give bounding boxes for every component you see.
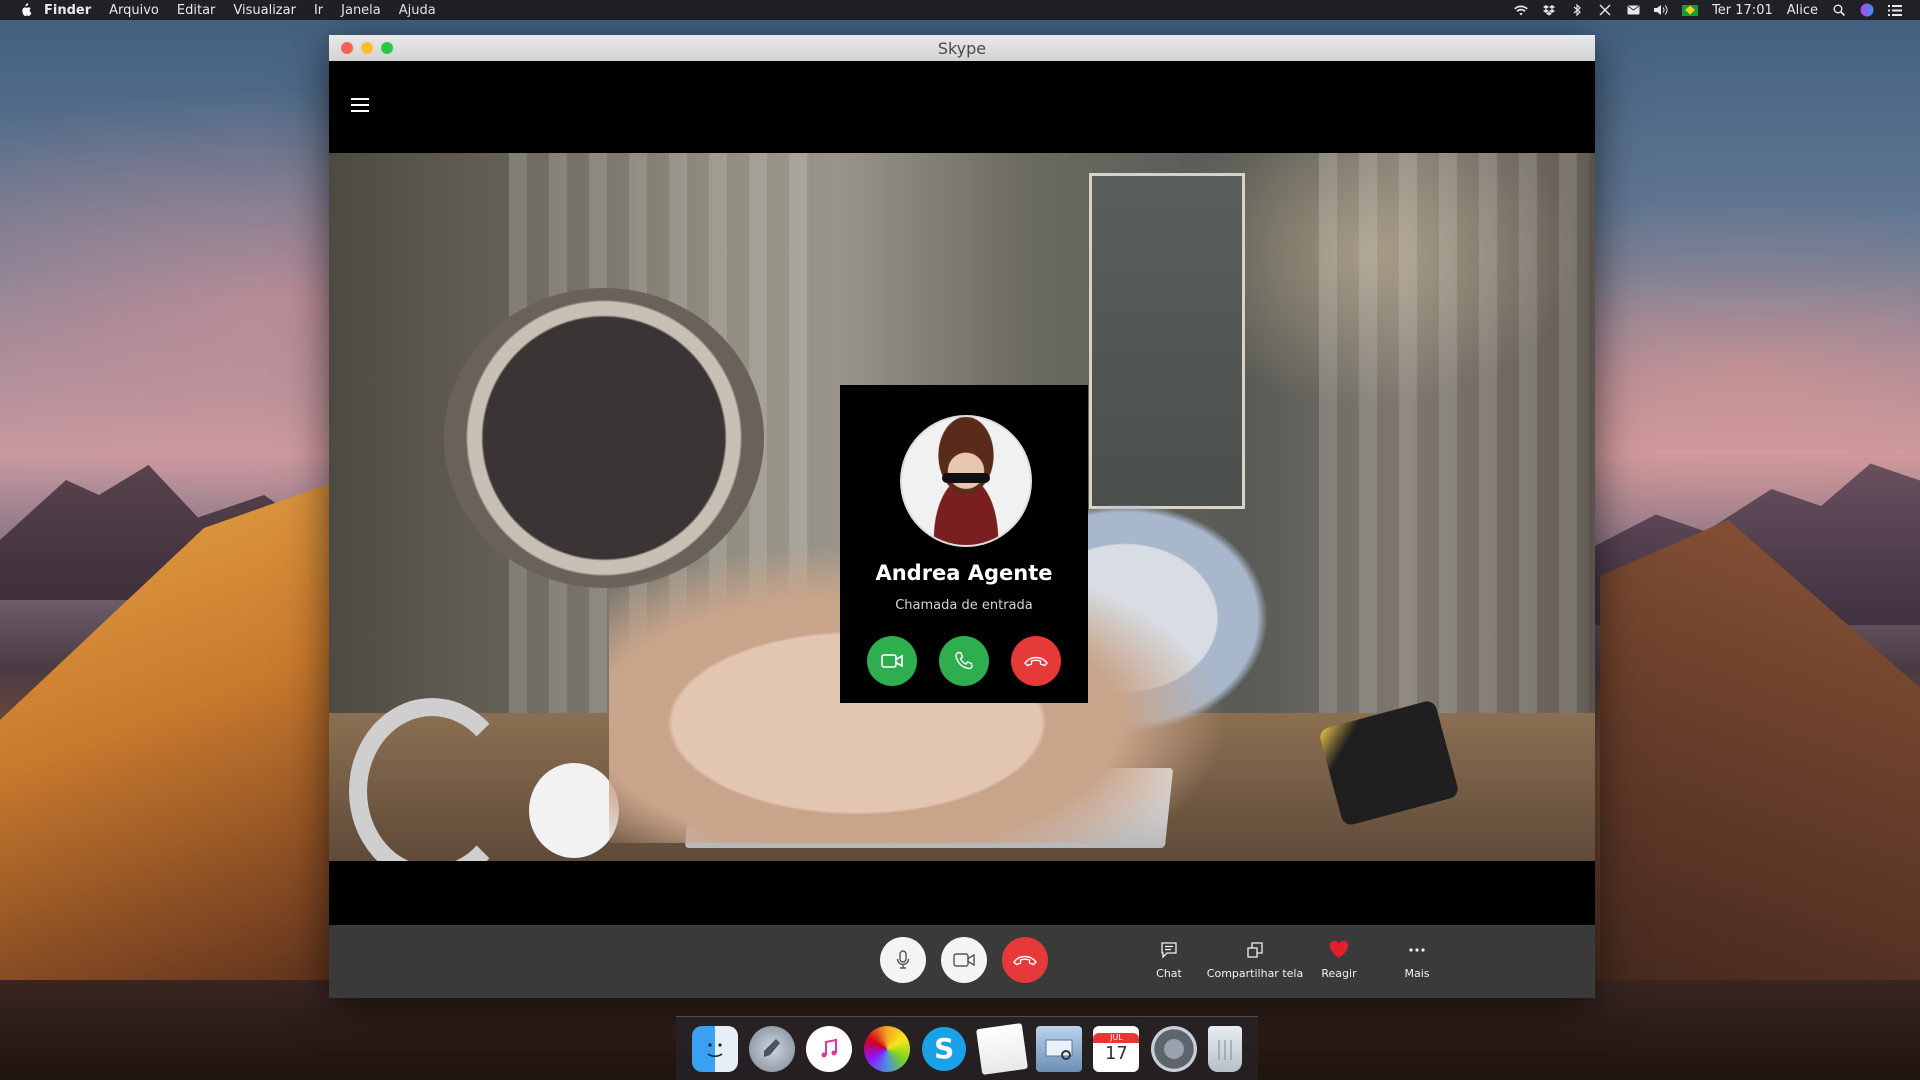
dock: S JUL 17 [676, 1016, 1258, 1080]
incoming-call-card: Andrea Agente Chamada de entrada [840, 385, 1088, 703]
wifi-icon[interactable] [1514, 4, 1528, 16]
incoming-call-actions [867, 636, 1061, 686]
notes-dock-icon[interactable] [975, 1022, 1028, 1075]
more-icon [1409, 939, 1425, 961]
hang-up-icon [1024, 656, 1048, 667]
photos-dock-icon[interactable] [863, 1025, 910, 1072]
microphone-icon [896, 950, 910, 969]
system-preferences-dock-icon[interactable] [1150, 1025, 1197, 1072]
avatar-glasses [942, 473, 990, 483]
chat-label: Chat [1156, 967, 1182, 980]
react-button[interactable]: Reagir [1311, 939, 1367, 980]
skype-window: Skype Andrea Agente Chamada de entrada C… [329, 35, 1595, 998]
menu-arquivo[interactable]: Arquivo [109, 3, 159, 18]
heart-icon [1329, 939, 1349, 961]
bluetooth-icon[interactable] [1570, 4, 1584, 16]
call-control-bar: Chat Compartilhar tela Reagir Mais [329, 925, 1595, 998]
more-label: Mais [1404, 967, 1430, 980]
caller-avatar [900, 415, 1032, 547]
menu-bar: Finder Arquivo Editar Visualizar Ir Jane… [0, 0, 1920, 20]
microphone-button[interactable] [880, 937, 926, 983]
menu-visualizar[interactable]: Visualizar [233, 3, 296, 18]
video-camera-icon [953, 953, 975, 967]
preview-dock-icon[interactable] [1036, 1025, 1083, 1072]
decline-call-button[interactable] [1011, 636, 1061, 686]
menu-bar-clock[interactable]: Ter 17:01 [1712, 3, 1773, 18]
chat-icon [1161, 939, 1177, 961]
close-window-button[interactable] [341, 42, 353, 54]
menu-finder[interactable]: Finder [44, 3, 91, 18]
react-label: Reagir [1321, 967, 1357, 980]
accept-video-button[interactable] [867, 636, 917, 686]
launchpad-dock-icon[interactable] [749, 1025, 796, 1072]
window-title: Skype [937, 38, 987, 58]
video-camera-icon [881, 654, 903, 668]
video-shelf [1089, 173, 1245, 509]
video-curtain-right [1319, 153, 1589, 713]
menu-bar-tray: Ter 17:01 Alice [1514, 3, 1902, 18]
dropbox-icon[interactable] [1542, 4, 1556, 16]
chat-button[interactable]: Chat [1139, 939, 1199, 980]
apple-icon[interactable] [18, 3, 34, 17]
siri-icon[interactable] [1860, 3, 1874, 17]
call-top-bar [329, 61, 1595, 153]
more-button[interactable]: Mais [1389, 939, 1445, 980]
end-call-button[interactable] [1002, 937, 1048, 983]
share-screen-icon [1247, 939, 1263, 961]
skype-logo-icon: S [922, 1026, 967, 1071]
notification-center-icon[interactable] [1888, 4, 1902, 16]
brazil-flag-icon[interactable] [1682, 4, 1699, 16]
phone-icon [955, 651, 973, 670]
calendar-dock-icon[interactable]: JUL 17 [1093, 1025, 1140, 1072]
caller-name: Andrea Agente [875, 561, 1053, 585]
calendar-month: JUL [1093, 1033, 1140, 1043]
call-main-controls [880, 937, 1048, 983]
menu-janela[interactable]: Janela [341, 3, 381, 18]
menu-editar[interactable]: Editar [177, 3, 216, 18]
share-screen-button[interactable]: Compartilhar tela [1201, 939, 1309, 980]
call-secondary-controls: Chat Compartilhar tela Reagir Mais [1139, 939, 1445, 980]
volume-icon[interactable] [1654, 4, 1668, 16]
trash-dock-icon[interactable] [1208, 1025, 1243, 1072]
menu-bar-user[interactable]: Alice [1787, 3, 1818, 18]
camera-toggle-button[interactable] [941, 937, 987, 983]
window-controls [341, 42, 393, 54]
calendar-day: 17 [1104, 1043, 1128, 1064]
accept-audio-button[interactable] [939, 636, 989, 686]
tools-icon[interactable] [1598, 4, 1612, 16]
menu-ajuda[interactable]: Ajuda [399, 3, 436, 18]
video-mouse [529, 763, 619, 858]
share-screen-label: Compartilhar tela [1206, 967, 1304, 980]
finder-dock-icon[interactable] [691, 1025, 738, 1072]
window-titlebar[interactable]: Skype [329, 35, 1595, 61]
call-status: Chamada de entrada [895, 598, 1033, 613]
hang-up-icon [1013, 955, 1037, 966]
zoom-window-button[interactable] [381, 42, 393, 54]
itunes-dock-icon[interactable] [806, 1025, 853, 1072]
menu-ir[interactable]: Ir [314, 3, 323, 18]
spotlight-search-icon[interactable] [1832, 4, 1846, 16]
skype-dock-icon[interactable]: S [921, 1026, 967, 1072]
minimize-window-button[interactable] [361, 42, 373, 54]
video-bottom-band [329, 861, 1595, 925]
mail-icon[interactable] [1626, 4, 1640, 16]
hamburger-menu-icon[interactable] [351, 98, 369, 112]
